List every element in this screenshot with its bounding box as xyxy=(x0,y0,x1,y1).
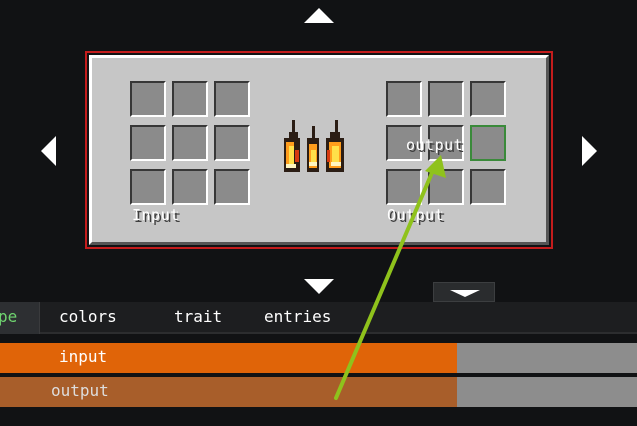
row-bar-track xyxy=(457,343,637,373)
input-slot[interactable] xyxy=(172,169,208,205)
output-label: Output xyxy=(387,206,445,224)
tab-label: trait xyxy=(174,307,223,326)
next-page-arrow-icon[interactable] xyxy=(582,136,597,166)
tab-label: colors xyxy=(59,307,117,326)
input-label: Input xyxy=(132,206,180,224)
input-slot[interactable] xyxy=(172,81,208,117)
fire-icon xyxy=(284,120,344,172)
input-slot[interactable] xyxy=(214,81,250,117)
hover-tooltip: output xyxy=(406,136,464,154)
output-slot[interactable] xyxy=(386,169,422,205)
flame-icon xyxy=(284,120,344,172)
row-bar-track xyxy=(457,377,637,407)
output-slot[interactable] xyxy=(470,125,506,161)
input-slot[interactable] xyxy=(214,169,250,205)
chevron-down-icon xyxy=(450,290,480,297)
output-slot[interactable] xyxy=(470,169,506,205)
input-slot[interactable] xyxy=(130,169,166,205)
tab-label: pe xyxy=(0,307,18,326)
dropdown-toggle-button[interactable] xyxy=(433,282,495,302)
row-label: output xyxy=(51,381,109,400)
output-slot[interactable] xyxy=(386,81,422,117)
row-label: input xyxy=(59,347,108,366)
tab-trait[interactable]: trait xyxy=(174,302,222,334)
output-slot[interactable] xyxy=(470,81,506,117)
scroll-down-arrow-icon[interactable] xyxy=(304,279,334,294)
tab-type[interactable]: pe xyxy=(0,302,40,334)
input-slot[interactable] xyxy=(172,125,208,161)
tab-colors[interactable]: colors xyxy=(59,302,117,334)
output-slot[interactable] xyxy=(428,169,464,205)
tab-bar: pe colors trait entries xyxy=(0,302,637,334)
tab-label: entries xyxy=(264,307,332,326)
list-row-output[interactable]: output xyxy=(0,377,637,407)
input-slot[interactable] xyxy=(130,81,166,117)
input-slot[interactable] xyxy=(130,125,166,161)
recipe-viewer-screen: Input Output output pe colors trait entr… xyxy=(0,0,637,426)
input-slot[interactable] xyxy=(214,125,250,161)
input-grid xyxy=(130,81,250,205)
output-slot[interactable] xyxy=(428,81,464,117)
list-row-input[interactable]: input xyxy=(0,343,637,373)
tab-entries[interactable]: entries xyxy=(264,302,331,334)
scroll-up-arrow-icon[interactable] xyxy=(304,8,334,23)
previous-page-arrow-icon[interactable] xyxy=(41,136,56,166)
